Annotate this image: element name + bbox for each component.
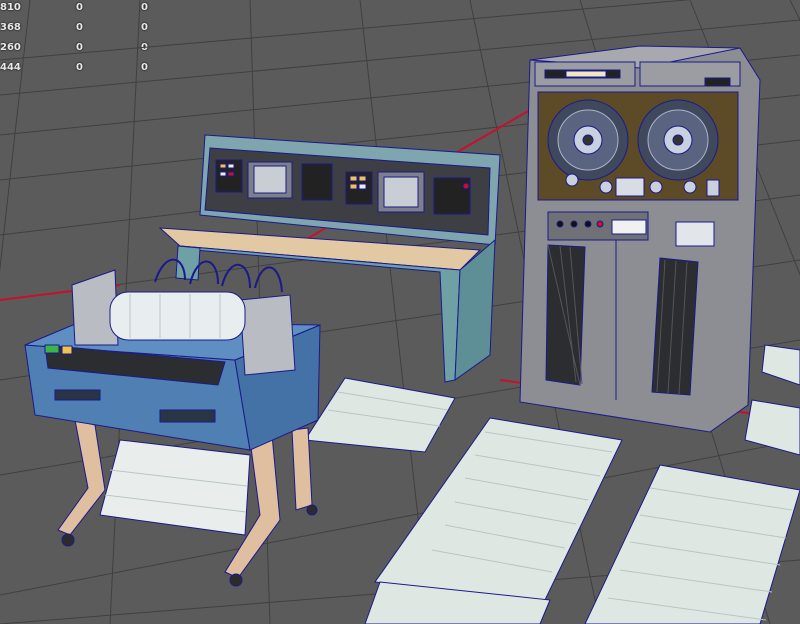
crt-screen-icon bbox=[377, 171, 425, 213]
3d-viewport[interactable] bbox=[0, 0, 800, 624]
tape-reel-icon bbox=[547, 99, 629, 181]
tape-reel-icon bbox=[637, 99, 719, 181]
crt-screen-icon bbox=[247, 161, 293, 199]
line-printer[interactable] bbox=[24, 258, 321, 587]
tape-drive-cabinet[interactable] bbox=[519, 45, 761, 433]
